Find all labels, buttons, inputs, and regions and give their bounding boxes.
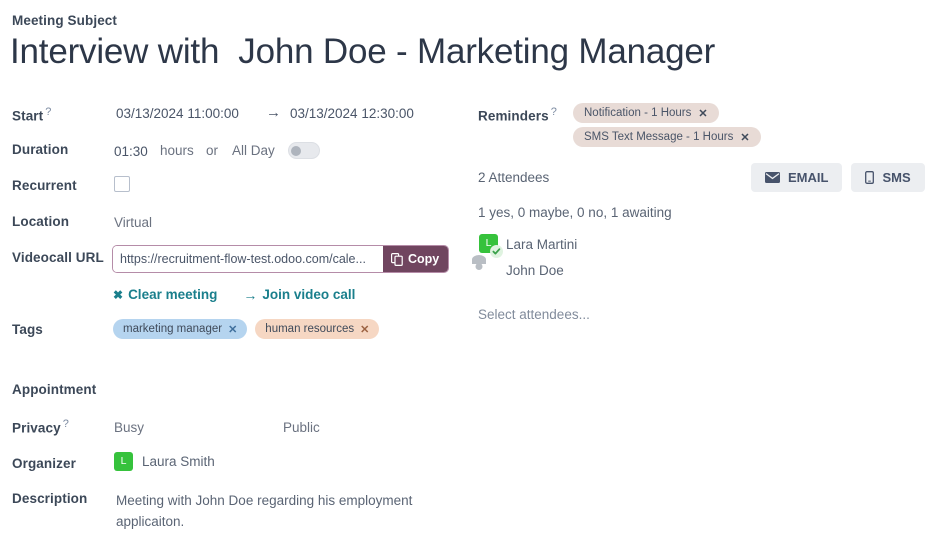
- join-video-call-label: Join video call: [262, 287, 355, 302]
- copy-icon: [391, 253, 403, 266]
- location-value[interactable]: Virtual: [114, 215, 152, 230]
- x-icon: ✖: [113, 289, 123, 301]
- clear-meeting-label: Clear meeting: [128, 287, 217, 302]
- arrow-right-icon: →: [266, 104, 281, 121]
- arrow-right-icon: →: [243, 288, 257, 302]
- attendee-actions: EMAIL SMS: [751, 163, 925, 192]
- join-video-call-link[interactable]: → Join video call: [243, 287, 355, 302]
- sms-button[interactable]: SMS: [851, 163, 924, 192]
- sms-button-label: SMS: [882, 170, 910, 185]
- tag-chip[interactable]: marketing manager ✕: [113, 319, 247, 339]
- reminders-list: Notification - 1 Hours ✕ SMS Text Messag…: [573, 103, 761, 147]
- start-datetime-value[interactable]: 03/13/2024 11:00:00: [116, 106, 239, 121]
- description-label: Description: [12, 491, 87, 506]
- email-button[interactable]: EMAIL: [751, 163, 842, 192]
- videocall-actions: ✖ Clear meeting → Join video call: [113, 287, 355, 302]
- privacy-help-icon[interactable]: ?: [63, 418, 69, 430]
- reminder-chip[interactable]: Notification - 1 Hours ✕: [573, 103, 719, 123]
- mobile-phone-icon: [865, 171, 874, 184]
- recurrent-label: Recurrent: [12, 178, 77, 193]
- duration-or-label: or: [206, 143, 218, 158]
- privacy-label: Privacy?: [12, 418, 69, 436]
- duration-label: Duration: [12, 142, 68, 157]
- copy-button-label: Copy: [408, 252, 439, 266]
- reminder-remove-icon[interactable]: ✕: [740, 131, 749, 144]
- all-day-toggle-knob: [291, 146, 301, 156]
- videocall-url-input[interactable]: https://recruitment-flow-test.odoo.com/c…: [113, 246, 383, 272]
- tags-label: Tags: [12, 322, 43, 337]
- reminder-label: SMS Text Message - 1 Hours: [584, 131, 733, 143]
- videocall-url-group: https://recruitment-flow-test.odoo.com/c…: [113, 246, 448, 272]
- tag-remove-icon[interactable]: ✕: [228, 323, 237, 336]
- privacy-visibility-value[interactable]: Public: [283, 420, 320, 435]
- envelope-icon: [765, 172, 780, 183]
- tag-remove-icon[interactable]: ✕: [360, 323, 369, 336]
- reminders-label: Reminders?: [478, 106, 557, 124]
- tag-label: marketing manager: [123, 323, 222, 335]
- meeting-title[interactable]: Interview with John Doe - Marketing Mana…: [10, 32, 715, 72]
- avatar: [479, 260, 500, 281]
- select-attendees-input[interactable]: Select attendees...: [478, 307, 590, 322]
- copy-button[interactable]: Copy: [383, 246, 448, 272]
- recurrent-checkbox[interactable]: [114, 176, 130, 192]
- reminder-remove-icon[interactable]: ✕: [698, 107, 707, 120]
- end-datetime-value[interactable]: 03/13/2024 12:30:00: [290, 106, 414, 121]
- reminder-chip[interactable]: SMS Text Message - 1 Hours ✕: [573, 127, 761, 147]
- organizer-label: Organizer: [12, 456, 76, 471]
- organizer-value[interactable]: L Laura Smith: [114, 452, 215, 471]
- location-label: Location: [12, 214, 69, 229]
- reminders-help-icon[interactable]: ?: [551, 106, 557, 118]
- clear-meeting-link[interactable]: ✖ Clear meeting: [113, 287, 217, 302]
- avatar: L: [114, 452, 133, 471]
- avatar: L: [479, 234, 500, 255]
- privacy-label-text: Privacy: [12, 421, 61, 436]
- start-label: Start?: [12, 106, 51, 124]
- privacy-show-as-value[interactable]: Busy: [114, 420, 144, 435]
- reminders-label-text: Reminders: [478, 109, 549, 124]
- tag-chip[interactable]: human resources ✕: [255, 319, 379, 339]
- tags-list: marketing manager ✕ human resources ✕: [113, 319, 379, 339]
- all-day-toggle[interactable]: [288, 142, 320, 159]
- email-button-label: EMAIL: [788, 170, 828, 185]
- attendee-name: John Doe: [506, 263, 564, 278]
- attendee-name: Lara Martini: [506, 237, 577, 252]
- attendee-list: L Lara Martini John Doe: [479, 234, 577, 281]
- tag-label: human resources: [265, 323, 354, 335]
- list-item[interactable]: L Lara Martini: [479, 234, 577, 255]
- start-help-icon[interactable]: ?: [45, 106, 51, 118]
- meeting-detail-page: Meeting Subject Interview with John Doe …: [0, 0, 933, 543]
- description-text[interactable]: Meeting with John Doe regarding his empl…: [116, 490, 416, 532]
- rsvp-summary: 1 yes, 0 maybe, 0 no, 1 awaiting: [478, 205, 672, 220]
- organizer-name: Laura Smith: [142, 454, 215, 469]
- start-label-text: Start: [12, 109, 43, 124]
- duration-value[interactable]: 01:30: [114, 144, 148, 159]
- attendee-count: 2 Attendees: [478, 170, 549, 185]
- meeting-subject-label: Meeting Subject: [12, 13, 117, 28]
- reminder-label: Notification - 1 Hours: [584, 107, 691, 119]
- list-item[interactable]: John Doe: [479, 260, 577, 281]
- duration-unit-label: hours: [160, 143, 194, 158]
- accepted-check-icon: [490, 245, 503, 258]
- videocall-url-label: Videocall URL: [12, 250, 104, 265]
- all-day-label: All Day: [232, 143, 275, 158]
- appointment-label: Appointment: [12, 382, 96, 397]
